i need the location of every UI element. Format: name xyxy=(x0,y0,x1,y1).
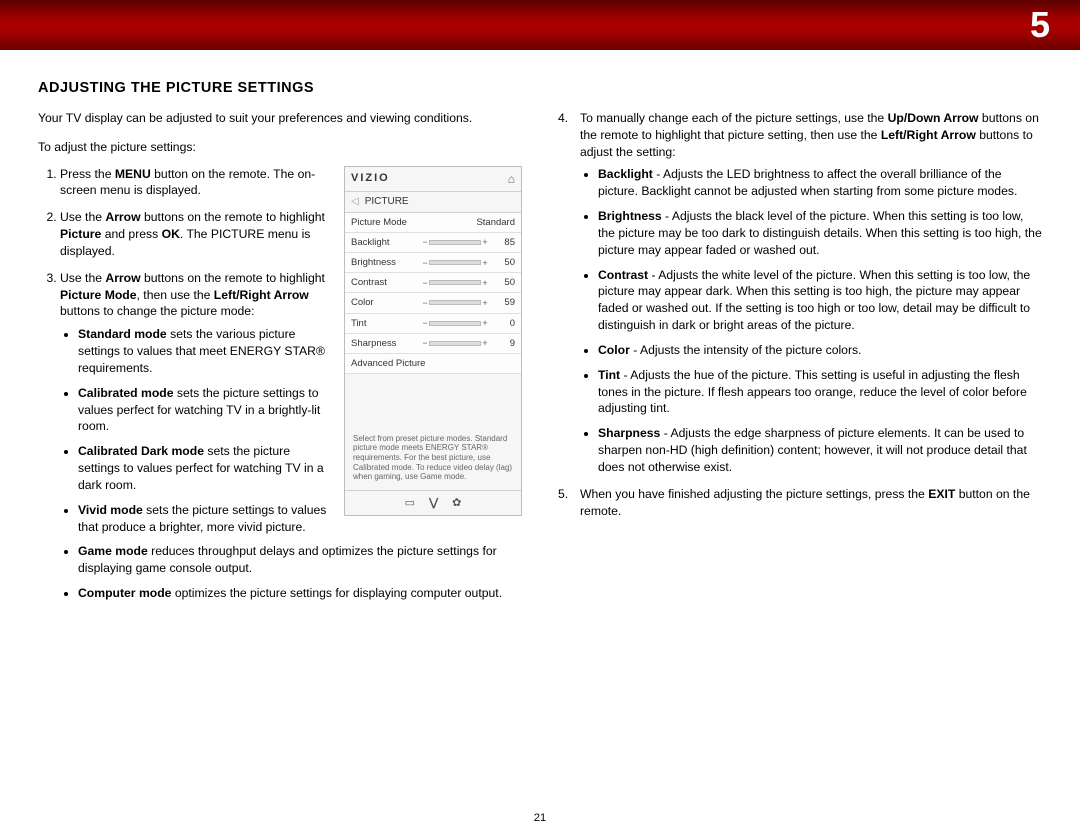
list-item: Backlight - Adjusts the LED brightness t… xyxy=(598,166,1042,200)
osd-row-label: Tint xyxy=(351,317,415,330)
osd-row-label: Picture Mode xyxy=(351,216,415,229)
osd-row-value: 85 xyxy=(495,236,515,249)
home-icon: ⌂ xyxy=(508,171,515,188)
page-number: 21 xyxy=(0,812,1080,824)
osd-row-label: Color xyxy=(351,296,415,309)
steps-list-cont: To manually change each of the picture s… xyxy=(558,110,1042,519)
osd-help-text: Select from preset picture modes. Standa… xyxy=(345,374,521,490)
back-icon: ◁ xyxy=(351,195,359,209)
osd-row-value: 0 xyxy=(495,317,515,330)
slider-icon: −+ xyxy=(421,339,489,347)
list-item: Tint - Adjusts the hue of the picture. T… xyxy=(598,367,1042,417)
list-item: Brightness - Adjusts the black level of … xyxy=(598,208,1042,258)
slider-icon: −+ xyxy=(421,239,489,247)
chapter-header: 5 xyxy=(0,0,1080,50)
list-item: Computer mode optimizes the picture sett… xyxy=(78,585,522,602)
osd-menu-title: PICTURE xyxy=(365,195,409,209)
gear-icon: ✿ xyxy=(452,496,461,511)
slider-icon: −+ xyxy=(421,279,489,287)
osd-brand: VIZIO xyxy=(351,171,390,186)
v-icon: ⋁ xyxy=(429,496,438,511)
osd-row-label: Contrast xyxy=(351,276,415,289)
page-body: ADJUSTING THE PICTURE SETTINGS Your TV d… xyxy=(0,60,1080,834)
osd-row-label: Sharpness xyxy=(351,337,415,350)
wide-icon: ▭ xyxy=(405,496,415,511)
right-column: To manually change each of the picture s… xyxy=(558,110,1042,612)
slider-icon: −+ xyxy=(421,259,489,267)
osd-row-value: 50 xyxy=(495,256,515,269)
osd-row-value: 59 xyxy=(495,296,515,309)
list-item: Color - Adjusts the intensity of the pic… xyxy=(598,342,1042,359)
section-title: ADJUSTING THE PICTURE SETTINGS xyxy=(38,80,1042,96)
osd-bottom-icons: ▭ ⋁ ✿ xyxy=(345,490,521,515)
osd-row-label: Advanced Picture xyxy=(351,357,515,370)
osd-figure: VIZIO ⌂ ◁ PICTURE Picture Mode Standard … xyxy=(344,166,522,516)
list-item: Contrast - Adjusts the white level of th… xyxy=(598,267,1042,334)
slider-icon: −+ xyxy=(421,319,489,327)
intro-text: Your TV display can be adjusted to suit … xyxy=(38,110,522,127)
list-item: Game mode reduces throughput delays and … xyxy=(78,543,522,577)
list-item: Sharpness - Adjusts the edge sharpness o… xyxy=(598,425,1042,475)
step-4: To manually change each of the picture s… xyxy=(580,110,1042,476)
slider-icon: −+ xyxy=(421,299,489,307)
chapter-number: 5 xyxy=(1030,4,1050,46)
lead-text: To adjust the picture settings: xyxy=(38,139,522,156)
step-5: When you have finished adjusting the pic… xyxy=(580,486,1042,520)
osd-row-label: Brightness xyxy=(351,256,415,269)
left-column: Your TV display can be adjusted to suit … xyxy=(38,110,522,612)
osd-row-value: 9 xyxy=(495,337,515,350)
osd-row-value: 50 xyxy=(495,276,515,289)
osd-row-value: Standard xyxy=(476,216,515,229)
setting-list: Backlight - Adjusts the LED brightness t… xyxy=(580,166,1042,475)
osd-row-label: Backlight xyxy=(351,236,415,249)
